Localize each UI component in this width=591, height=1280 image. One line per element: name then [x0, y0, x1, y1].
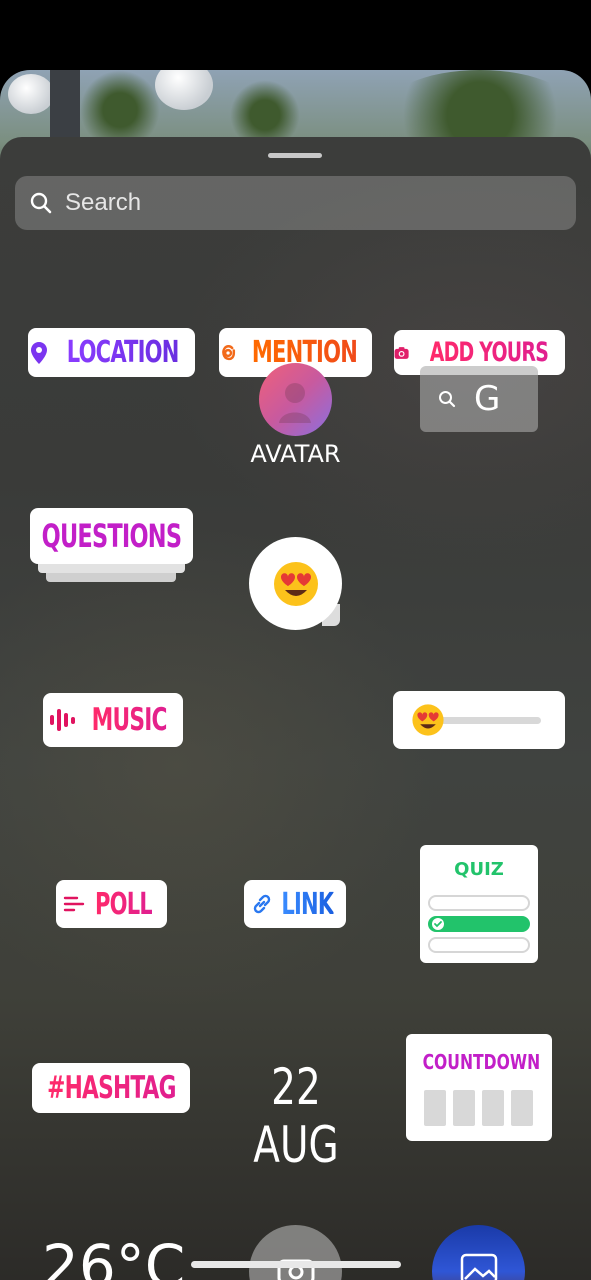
heart-eyes-emoji-icon: [273, 561, 318, 606]
lamp-globe: [155, 70, 213, 110]
gif-letter: G: [474, 379, 501, 419]
location-sticker[interactable]: LOCATION: [28, 328, 195, 377]
poll-lines-icon: [63, 896, 85, 912]
avatar-sticker[interactable]: [259, 363, 332, 436]
poll-label: POLL: [94, 886, 153, 922]
search-icon: [30, 192, 52, 214]
hashtag-label: #HASHTAG: [46, 1070, 176, 1106]
countdown-sticker[interactable]: COUNTDOWN: [406, 1034, 552, 1141]
add-yours-label: ADD YOURS: [429, 337, 549, 368]
countdown-digit-box: [511, 1090, 533, 1126]
temperature-sticker[interactable]: 26°C: [42, 1232, 185, 1280]
emoji-slider-track[interactable]: [433, 717, 541, 724]
countdown-digit-box: [424, 1090, 446, 1126]
countdown-label: COUNTDOWN: [422, 1050, 541, 1074]
questions-sticker[interactable]: QUESTIONS: [30, 508, 193, 564]
poll-sticker[interactable]: POLL: [56, 880, 167, 928]
sticker-search-bar[interactable]: [15, 176, 576, 230]
date-sticker[interactable]: 22 AUG: [216, 1058, 376, 1174]
location-pin-icon: [30, 341, 47, 364]
questions-label: QUESTIONS: [41, 517, 182, 555]
search-icon: [439, 391, 456, 408]
avatar-silhouette-icon: [279, 383, 311, 423]
quiz-option: [428, 937, 530, 953]
at-sign-icon: [222, 344, 236, 360]
music-sticker[interactable]: MUSIC: [43, 693, 183, 747]
location-label: LOCATION: [66, 335, 180, 370]
countdown-digit-box: [482, 1090, 504, 1126]
home-indicator[interactable]: [191, 1261, 401, 1268]
quiz-sticker[interactable]: QUIZ: [420, 845, 538, 963]
avatar-label: AVATAR: [250, 440, 341, 468]
gif-search-sticker[interactable]: G: [420, 366, 538, 432]
quiz-correct-option: [428, 916, 530, 932]
link-chain-icon: [253, 894, 270, 914]
music-label: MUSIC: [91, 702, 167, 738]
countdown-digit-box: [453, 1090, 475, 1126]
emoji-reaction-sticker[interactable]: [249, 537, 342, 630]
camera-icon: [394, 346, 409, 359]
quiz-label: QUIZ: [454, 859, 504, 880]
link-label: LINK: [280, 886, 334, 922]
quiz-option: [428, 895, 530, 911]
check-circle-icon: [432, 918, 444, 930]
lamp-globe: [8, 74, 54, 114]
link-sticker[interactable]: LINK: [244, 880, 346, 928]
music-waveform-icon: [49, 709, 75, 731]
drag-handle[interactable]: [268, 153, 322, 158]
image-icon: [460, 1253, 498, 1280]
emoji-slider-sticker[interactable]: [393, 691, 565, 749]
temperature-label: 26°C: [42, 1232, 186, 1280]
search-input[interactable]: [65, 189, 545, 217]
hashtag-sticker[interactable]: #HASHTAG: [32, 1063, 190, 1113]
heart-eyes-emoji-icon[interactable]: [411, 703, 445, 737]
date-label: 22 AUG: [253, 1058, 339, 1174]
